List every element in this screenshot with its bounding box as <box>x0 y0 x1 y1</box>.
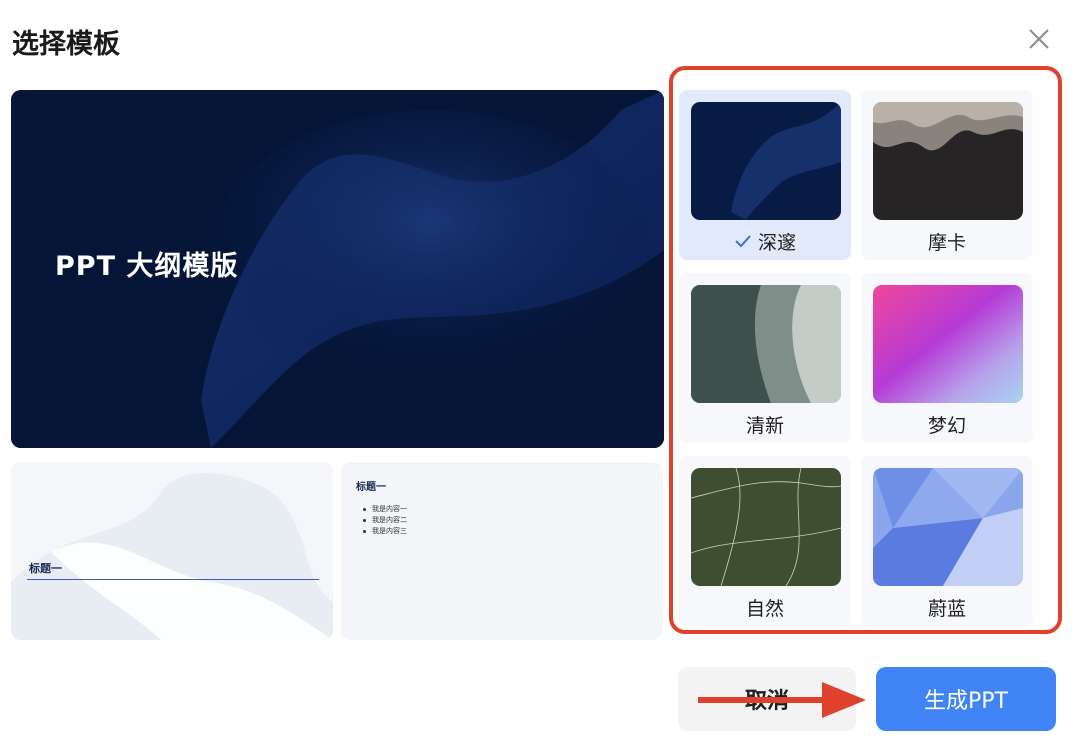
template-thumbnail <box>873 468 1023 586</box>
template-card-moka[interactable]: 摩卡 <box>861 90 1033 260</box>
content-title: 标题一 <box>356 482 386 493</box>
template-preview-content: 标题一 我是内容一 我是内容二 我是内容三 <box>341 462 663 640</box>
template-card-qingxin[interactable]: 清新 <box>679 273 851 443</box>
template-preview-cover: PPT 大纲模版 <box>11 90 664 448</box>
cover-title: PPT 大纲模版 <box>55 251 239 282</box>
template-label: 清新 <box>745 415 784 437</box>
generate-ppt-button[interactable]: 生成PPT <box>876 667 1056 731</box>
section-title: 标题一 <box>29 562 62 575</box>
template-label: 深邃 <box>757 232 796 254</box>
dialog-title: 选择模板 <box>12 29 120 60</box>
list-item: 我是内容一 <box>363 504 407 515</box>
check-icon <box>735 235 751 248</box>
template-card-ziran[interactable]: 自然 <box>679 456 851 626</box>
list-item: 我是内容二 <box>363 515 407 526</box>
template-preview-section: 标题一 <box>11 462 333 640</box>
template-label: 摩卡 <box>927 232 966 254</box>
template-card-weilan[interactable]: 蔚蓝 <box>861 456 1033 626</box>
template-label: 梦幻 <box>927 415 966 437</box>
template-thumbnail <box>691 102 841 220</box>
template-thumbnail <box>873 285 1023 403</box>
section-background <box>11 462 333 640</box>
template-label: 蔚蓝 <box>927 598 966 620</box>
template-thumbnail <box>691 468 841 586</box>
list-item: 我是内容三 <box>363 526 407 537</box>
section-underline <box>27 579 319 580</box>
template-card-shensui[interactable]: 深邃 <box>679 90 851 260</box>
close-icon <box>1029 29 1049 49</box>
template-thumbnail <box>691 285 841 403</box>
template-label: 自然 <box>745 598 784 620</box>
template-thumbnail <box>873 102 1023 220</box>
template-card-menghuan[interactable]: 梦幻 <box>861 273 1033 443</box>
close-button[interactable] <box>1024 24 1054 54</box>
content-list: 我是内容一 我是内容二 我是内容三 <box>363 504 407 537</box>
arrow-right-icon <box>698 682 866 718</box>
